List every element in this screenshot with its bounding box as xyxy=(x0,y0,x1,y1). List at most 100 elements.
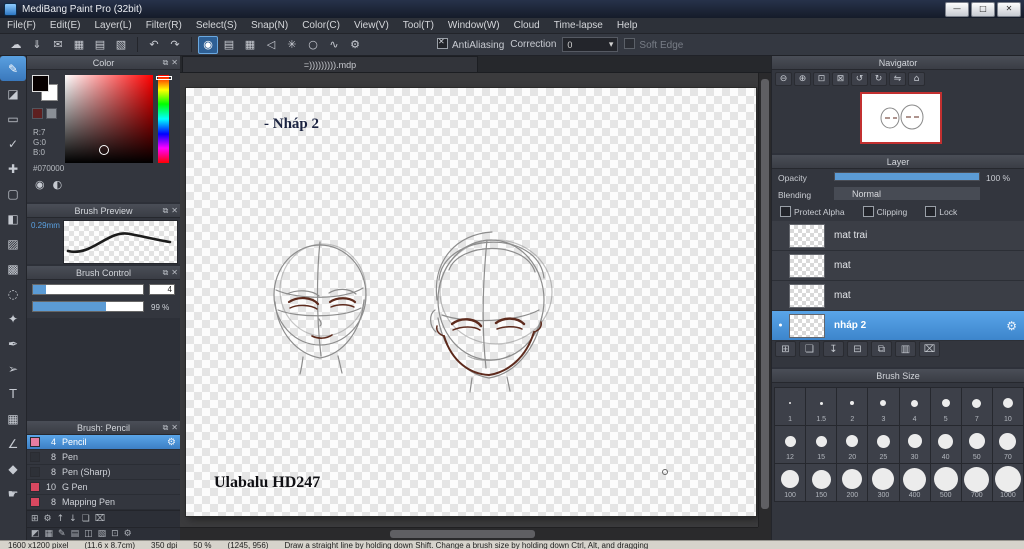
brush-size-4[interactable]: 4 xyxy=(899,388,930,425)
navigator-dock-icon[interactable]: ⊡ xyxy=(111,529,119,539)
checkbox-box[interactable] xyxy=(862,206,874,217)
add-brush-icon[interactable]: ⊞ xyxy=(31,514,39,524)
checkbox-lock[interactable]: Lock xyxy=(925,206,957,217)
brush-size-100[interactable]: 100 xyxy=(775,464,806,501)
soft-edge-checkbox[interactable]: Soft Edge xyxy=(624,38,683,51)
layer-visible-icon[interactable]: ● xyxy=(772,322,789,329)
brush-row-pen[interactable]: 8 Pen xyxy=(27,450,180,465)
copy-layer-icon[interactable]: ⧉ xyxy=(871,341,892,357)
brush-size-10[interactable]: 10 xyxy=(992,388,1023,425)
merge-down-icon[interactable]: ↧ xyxy=(823,341,844,357)
brush-size-1[interactable]: 1 xyxy=(775,388,806,425)
radial-snap-icon[interactable]: ✳ xyxy=(282,36,302,54)
hue-strip[interactable] xyxy=(158,75,169,163)
color-dock-icon[interactable]: ◩ xyxy=(31,529,40,539)
layer-row-mat-trai[interactable]: mat trai xyxy=(772,221,1024,251)
brush-row-pen-sharp[interactable]: 8 Pen (Sharp) xyxy=(27,465,180,480)
brush-size-7[interactable]: 7 xyxy=(961,388,992,425)
redo-icon[interactable]: ↷ xyxy=(165,36,185,54)
canvas-vertical-scrollbar[interactable] xyxy=(758,73,771,527)
checkbox-clipping[interactable]: Clipping xyxy=(862,206,907,217)
recent-swatch-1[interactable] xyxy=(32,108,43,119)
brush-size-2[interactable]: 2 xyxy=(837,388,868,425)
hand-tool-icon[interactable]: ☛ xyxy=(0,481,26,506)
brush-size-50[interactable]: 50 xyxy=(961,426,992,463)
reset-view-icon[interactable]: ⌂ xyxy=(908,72,925,86)
brush-size-200[interactable]: 200 xyxy=(837,464,868,501)
blending-dropdown[interactable]: Normal xyxy=(834,187,980,200)
recent-swatch-2[interactable] xyxy=(46,108,57,119)
dot-pen-tool-icon[interactable]: ✓ xyxy=(0,131,26,156)
freehand-snap-off-icon[interactable]: ◉ xyxy=(198,35,218,54)
brush-size-150[interactable]: 150 xyxy=(806,464,837,501)
menu-item-view-v[interactable]: View(V) xyxy=(347,18,396,34)
brush-size-700[interactable]: 700 xyxy=(961,464,992,501)
popout-icon[interactable]: ⧉ xyxy=(163,421,169,434)
eyedropper-tool-icon[interactable]: ◆ xyxy=(0,456,26,481)
foreground-color-swatch[interactable] xyxy=(32,75,49,92)
workspace-icon[interactable]: ▧ xyxy=(111,36,131,54)
material-dock-icon[interactable]: ▧ xyxy=(98,529,107,539)
parallel-snap-icon[interactable]: ▤ xyxy=(219,36,239,54)
measure-tool-icon[interactable]: ∠ xyxy=(0,431,26,456)
eraser-tool-icon[interactable]: ◪ xyxy=(0,81,26,106)
brush-size-30[interactable]: 30 xyxy=(899,426,930,463)
rotate-cw-icon[interactable]: ↻ xyxy=(870,72,887,86)
layer-opacity-slider[interactable] xyxy=(834,172,980,181)
close-icon[interactable]: ✕ xyxy=(171,266,178,279)
menu-item-snap-n[interactable]: Snap(N) xyxy=(244,18,295,34)
actual-size-icon[interactable]: ⊠ xyxy=(832,72,849,86)
flip-horizontal-icon[interactable]: ⇋ xyxy=(889,72,906,86)
menu-item-filter-r[interactable]: Filter(R) xyxy=(139,18,189,34)
brush-size-value[interactable]: 4 xyxy=(149,284,175,295)
vanishing-point-snap-icon[interactable]: ◁ xyxy=(261,36,281,54)
add-layer-icon[interactable]: ⊞ xyxy=(775,341,796,357)
save-icon[interactable]: ⇓ xyxy=(27,36,47,54)
brush-size-3[interactable]: 3 xyxy=(868,388,899,425)
text-tool-icon[interactable]: T xyxy=(0,381,26,406)
zoom-out-icon[interactable]: ⊖ xyxy=(775,72,792,86)
brush-size-1-5[interactable]: 1.5 xyxy=(806,388,837,425)
gradient-tool-icon[interactable]: ▨ xyxy=(0,231,26,256)
fit-window-icon[interactable]: ⊡ xyxy=(813,72,830,86)
brush-size-15[interactable]: 15 xyxy=(806,426,837,463)
hue-indicator[interactable] xyxy=(156,76,172,80)
canvas-horizontal-scrollbar[interactable] xyxy=(180,527,758,540)
close-icon[interactable]: ✕ xyxy=(171,421,178,434)
material-panel-icon[interactable]: ▦ xyxy=(69,36,89,54)
close-button[interactable]: ✕ xyxy=(997,2,1021,17)
menu-item-tool-t[interactable]: Tool(T) xyxy=(396,18,441,34)
close-icon[interactable]: ✕ xyxy=(171,56,178,69)
brush-settings-icon[interactable]: ⚙ xyxy=(44,514,52,524)
cloud-icon[interactable]: ☁ xyxy=(6,36,26,54)
brush-size-12[interactable]: 12 xyxy=(775,426,806,463)
menu-item-time-lapse[interactable]: Time-lapse xyxy=(547,18,610,34)
brush-row-mapping-pen[interactable]: 8 Mapping Pen xyxy=(27,495,180,510)
brush-size-70[interactable]: 70 xyxy=(992,426,1023,463)
menu-item-layer-l[interactable]: Layer(L) xyxy=(87,18,138,34)
antialiasing-checkbox[interactable]: AntiAliasing xyxy=(437,37,504,51)
canvas[interactable]: - Nháp 2 Ulabalu HD247 xyxy=(186,88,756,516)
menu-item-cloud[interactable]: Cloud xyxy=(507,18,547,34)
bucket-fill-tool-icon[interactable]: ◧ xyxy=(0,206,26,231)
restore-button[interactable]: □ xyxy=(971,2,995,17)
magic-wand-tool-icon[interactable]: ✦ xyxy=(0,306,26,331)
checkbox-protect-alpha[interactable]: Protect Alpha xyxy=(780,206,845,217)
preview-dock-icon[interactable]: ◫ xyxy=(84,529,93,539)
menu-item-edit-e[interactable]: Edit(E) xyxy=(43,18,88,34)
add-folder-icon[interactable]: ⊟ xyxy=(847,341,868,357)
move-tool-icon[interactable]: ✚ xyxy=(0,156,26,181)
duplicate-layer-icon[interactable]: ❏ xyxy=(799,341,820,357)
rotate-ccw-icon[interactable]: ↺ xyxy=(851,72,868,86)
select-move-tool-icon[interactable]: ▩ xyxy=(0,256,26,281)
undo-icon[interactable]: ↶ xyxy=(144,36,164,54)
antialiasing-checkbox-box[interactable] xyxy=(437,37,448,49)
color-picker-indicator[interactable] xyxy=(99,145,109,155)
layer-row-nh-p-2[interactable]: ● nháp 2 ⚙ xyxy=(772,311,1024,341)
layer-row-mat[interactable]: mat xyxy=(772,281,1024,311)
cross-snap-icon[interactable]: ▦ xyxy=(240,36,260,54)
ellipse-snap-icon[interactable]: ○ xyxy=(303,36,323,54)
menu-item-color-c[interactable]: Color(C) xyxy=(295,18,347,34)
curve-snap-icon[interactable]: ∿ xyxy=(324,36,344,54)
brush-dock-icon[interactable]: ✎ xyxy=(58,529,66,539)
